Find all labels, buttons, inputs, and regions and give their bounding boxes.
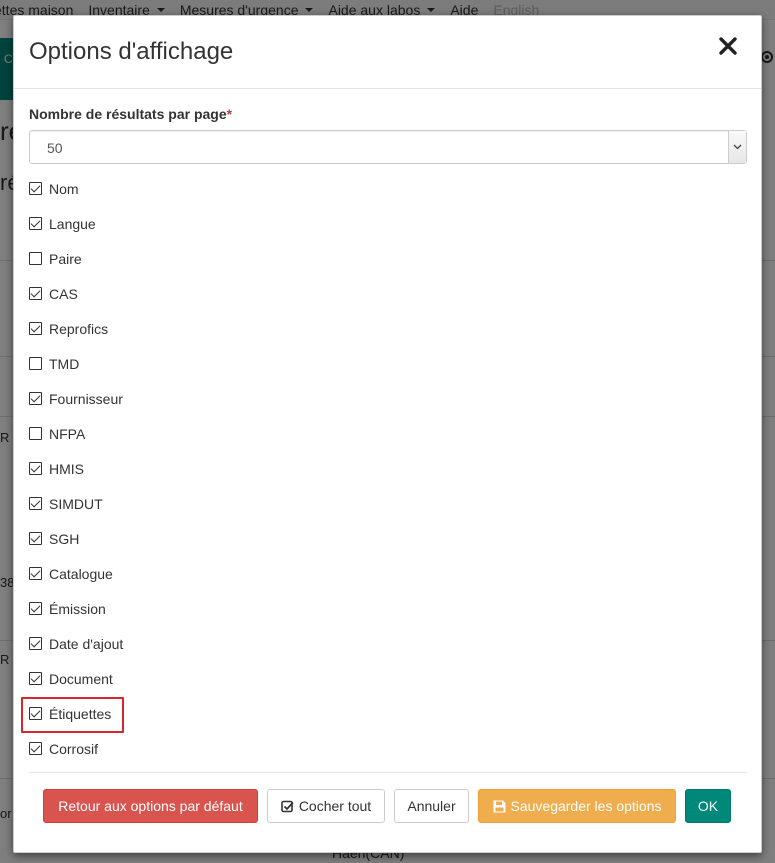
column-option-row[interactable]: Nom bbox=[29, 171, 747, 206]
column-checkbox[interactable] bbox=[29, 252, 42, 265]
column-checkbox[interactable] bbox=[29, 462, 42, 475]
column-option-row[interactable]: Paire bbox=[29, 241, 747, 276]
modal-footer: Retour aux options par défaut Cocher tou… bbox=[43, 789, 731, 823]
results-per-page-value: 50 bbox=[47, 140, 63, 156]
column-checkbox-label: NFPA bbox=[49, 425, 86, 442]
column-checkbox[interactable] bbox=[29, 567, 42, 580]
check-all-label: Cocher tout bbox=[298, 798, 372, 814]
cancel-button[interactable]: Annuler bbox=[394, 789, 469, 823]
column-option-row[interactable]: Émission bbox=[29, 591, 747, 626]
column-option-row[interactable]: Catalogue bbox=[29, 556, 747, 591]
column-checkbox[interactable] bbox=[29, 602, 42, 615]
column-option-row[interactable]: SIMDUT bbox=[29, 486, 747, 521]
ok-button[interactable]: OK bbox=[685, 789, 731, 823]
column-checkbox[interactable] bbox=[29, 707, 42, 720]
column-checkbox-label: Date d'ajout bbox=[49, 635, 124, 652]
required-marker: * bbox=[226, 106, 233, 122]
column-checkbox[interactable] bbox=[29, 637, 42, 650]
column-checkbox-list: Nom Langue Paire CAS Reprofics TMD Fournisseur… bbox=[21, 171, 747, 766]
column-checkbox-label: Nom bbox=[49, 180, 79, 197]
display-options-modal: Options d'affichage Nombre de résultats … bbox=[13, 15, 762, 853]
column-option-row[interactable]: Étiquettes bbox=[21, 696, 747, 733]
column-checkbox-label: Corrosif bbox=[49, 740, 99, 757]
save-options-button[interactable]: Sauvegarder les options bbox=[478, 789, 676, 823]
column-checkbox[interactable] bbox=[29, 287, 42, 300]
column-checkbox-label: HMIS bbox=[49, 460, 84, 477]
column-checkbox[interactable] bbox=[29, 357, 42, 370]
results-per-page-select[interactable]: 50 bbox=[29, 130, 747, 164]
column-checkbox[interactable] bbox=[29, 532, 42, 545]
chevron-down-icon bbox=[728, 131, 746, 163]
reset-defaults-button[interactable]: Retour aux options par défaut bbox=[43, 789, 258, 823]
column-option-row[interactable]: Corrosif bbox=[29, 731, 747, 766]
check-all-button[interactable]: Cocher tout bbox=[267, 789, 385, 823]
column-option-row[interactable]: NFPA bbox=[29, 416, 747, 451]
check-square-icon bbox=[281, 800, 294, 813]
column-checkbox-label: Étiquettes bbox=[49, 705, 112, 722]
column-checkbox[interactable] bbox=[29, 427, 42, 440]
column-option-row[interactable]: SGH bbox=[29, 521, 747, 556]
column-checkbox-label: Langue bbox=[49, 215, 96, 232]
close-button[interactable] bbox=[719, 36, 739, 56]
column-checkbox-label: Reprofics bbox=[49, 320, 109, 337]
column-checkbox[interactable] bbox=[29, 742, 42, 755]
column-checkbox[interactable] bbox=[29, 497, 42, 510]
column-checkbox[interactable] bbox=[29, 182, 42, 195]
column-checkbox-label: Émission bbox=[49, 600, 106, 617]
column-checkbox-label: Catalogue bbox=[49, 565, 113, 582]
column-option-row[interactable]: Fournisseur bbox=[29, 381, 747, 416]
column-checkbox-label: CAS bbox=[49, 285, 78, 302]
column-option-row[interactable]: Reprofics bbox=[29, 311, 747, 346]
column-option-row[interactable]: Date d'ajout bbox=[29, 626, 747, 661]
column-checkbox-label: Fournisseur bbox=[49, 390, 123, 407]
column-checkbox-label: TMD bbox=[49, 355, 80, 372]
results-per-page-label: Nombre de résultats par page* bbox=[29, 106, 233, 122]
column-option-row[interactable]: Langue bbox=[29, 206, 747, 241]
modal-title: Options d'affichage bbox=[29, 38, 234, 65]
column-checkbox-label: Paire bbox=[49, 250, 82, 267]
save-options-label: Sauvegarder les options bbox=[510, 798, 662, 814]
floppy-disk-icon bbox=[493, 800, 506, 813]
column-checkbox[interactable] bbox=[29, 217, 42, 230]
column-checkbox-label: SGH bbox=[49, 530, 80, 547]
column-checkbox[interactable] bbox=[29, 672, 42, 685]
column-option-row[interactable]: CAS bbox=[29, 276, 747, 311]
column-option-row[interactable]: TMD bbox=[29, 346, 747, 381]
column-checkbox[interactable] bbox=[29, 392, 42, 405]
column-checkbox-label: SIMDUT bbox=[49, 495, 103, 512]
column-checkbox[interactable] bbox=[29, 322, 42, 335]
modal-header: Options d'affichage bbox=[14, 16, 761, 89]
footer-divider bbox=[29, 772, 747, 773]
column-option-row[interactable]: Document bbox=[29, 661, 747, 696]
close-icon bbox=[719, 37, 737, 55]
column-option-row[interactable]: HMIS bbox=[29, 451, 747, 486]
column-checkbox-label: Document bbox=[49, 670, 113, 687]
